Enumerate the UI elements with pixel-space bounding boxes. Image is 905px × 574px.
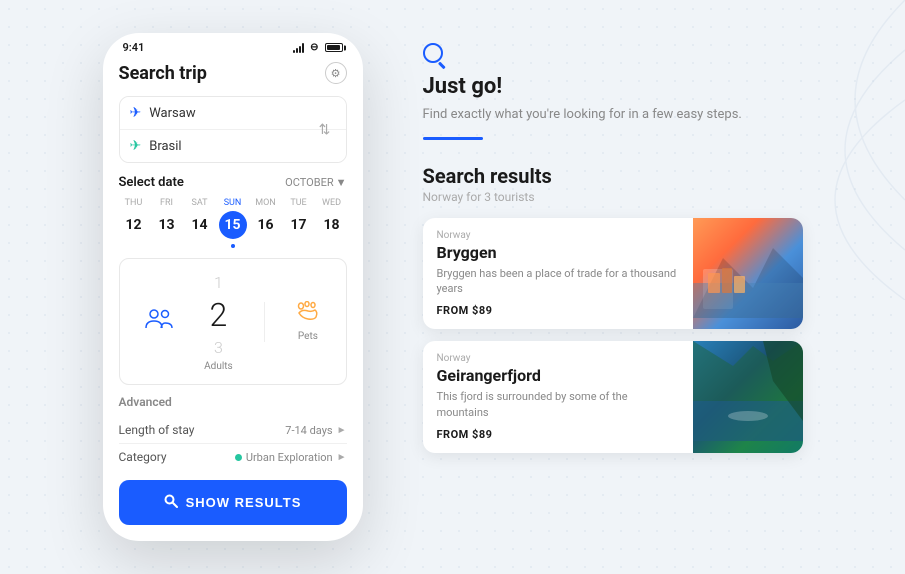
result-image-bryggen: [693, 218, 803, 330]
search-results-section: Search results Norway for 3 tourists Nor…: [423, 164, 803, 454]
just-go-title: Just go!: [423, 74, 803, 99]
cal-day-tue[interactable]: TUE 17: [284, 198, 314, 248]
advanced-label: Advanced: [119, 395, 347, 409]
signal-icon: [293, 43, 304, 53]
month-chevron: ▼: [336, 176, 347, 189]
result-country-2: Norway: [437, 353, 679, 364]
adults-icon: [145, 308, 173, 335]
result-price-1: FROM $89: [437, 304, 679, 317]
origin-input[interactable]: Warsaw: [149, 106, 335, 121]
category-value: Urban Exploration ►: [235, 451, 347, 464]
wifi-icon: ⊖: [310, 42, 318, 53]
cal-day-wed[interactable]: WED 18: [317, 198, 347, 248]
result-name-1: Bryggen: [437, 243, 679, 262]
pets-icon: [296, 301, 320, 325]
result-info-geirangerfjord: Norway Geirangerfjord This fjord is surr…: [423, 341, 693, 453]
result-image-geirangerfjord: [693, 341, 803, 453]
search-button-icon: [164, 494, 178, 511]
category-label: Category: [119, 450, 167, 464]
battery-icon: [325, 43, 343, 52]
destination-row[interactable]: ✈ Brasil: [120, 130, 346, 162]
destination-input[interactable]: Brasil: [149, 139, 335, 154]
just-go-description: Find exactly what you're looking for in …: [423, 105, 803, 125]
just-go-section: Just go! Find exactly what you're lookin…: [423, 43, 803, 140]
cal-day-sat[interactable]: SAT 14: [185, 198, 215, 248]
length-of-stay-label: Length of stay: [119, 423, 195, 437]
month-selector[interactable]: OCTOBER ▼: [285, 176, 346, 189]
status-bar: 9:41 ⊖: [103, 33, 363, 58]
search-trip-title: Search trip: [119, 63, 207, 84]
result-card-geirangerfjord[interactable]: Norway Geirangerfjord This fjord is surr…: [423, 341, 803, 453]
category-chevron: ►: [337, 452, 347, 463]
adults-group: [145, 308, 173, 335]
length-chevron: ►: [337, 425, 347, 436]
scroll-above: 1: [214, 271, 223, 294]
passenger-divider: [264, 302, 265, 342]
cal-day-mon[interactable]: MON 16: [251, 198, 281, 248]
adults-label: Adults: [204, 361, 233, 372]
result-price-2: FROM $89: [437, 428, 679, 441]
date-label: Select date: [119, 175, 184, 190]
depart-icon: ✈: [130, 105, 142, 121]
length-of-stay-value: 7-14 days ►: [285, 424, 346, 437]
calendar-days: THU 12 FRI 13 SAT 14 SUN 15 MON: [119, 198, 347, 248]
arrive-icon: ✈: [130, 138, 142, 154]
results-subtitle: Norway for 3 tourists: [423, 190, 803, 204]
month-label: OCTOBER: [285, 176, 333, 189]
swap-icon[interactable]: ⇅: [314, 110, 336, 150]
passengers-section: 1 2 3 Adults Pets: [119, 258, 347, 385]
result-desc-2: This fjord is surrounded by some of the …: [437, 389, 679, 420]
status-icons: ⊖: [293, 42, 342, 53]
blue-underline: [423, 137, 483, 140]
result-name-2: Geirangerfjord: [437, 366, 679, 385]
category-dot: [235, 454, 242, 461]
selected-dot: [231, 244, 235, 248]
cal-day-sun[interactable]: SUN 15: [218, 198, 248, 248]
just-go-search-icon: [423, 43, 803, 68]
date-header: Select date OCTOBER ▼: [119, 175, 347, 190]
result-info-bryggen: Norway Bryggen Bryggen has been a place …: [423, 218, 693, 330]
result-desc-1: Bryggen has been a place of trade for a …: [437, 266, 679, 297]
pets-label: Pets: [298, 331, 318, 342]
phone-content: Search trip ⚙ ✈ Warsaw ✈ Brasil ⇅ Select…: [103, 58, 363, 541]
pets-group: Pets: [296, 301, 320, 342]
clock: 9:41: [123, 41, 145, 54]
search-results-title: Search results: [423, 164, 803, 188]
show-results-label: SHOW RESULTS: [186, 495, 302, 510]
main-container: 9:41 ⊖ Search trip ⚙ ✈ Warsaw: [83, 13, 823, 561]
search-trip-header: Search trip ⚙: [119, 62, 347, 84]
result-card-bryggen[interactable]: Norway Bryggen Bryggen has been a place …: [423, 218, 803, 330]
adults-count: 2: [210, 294, 228, 336]
route-inputs: ✈ Warsaw ✈ Brasil ⇅: [119, 96, 347, 163]
cal-day-fri[interactable]: FRI 13: [152, 198, 182, 248]
origin-row[interactable]: ✈ Warsaw: [120, 97, 346, 130]
right-panel: Just go! Find exactly what you're lookin…: [423, 33, 803, 465]
show-results-button[interactable]: SHOW RESULTS: [119, 480, 347, 525]
advanced-section: Advanced Length of stay 7-14 days ► Cate…: [119, 395, 347, 470]
scroll-below: 3: [214, 336, 223, 359]
result-country-1: Norway: [437, 230, 679, 241]
length-of-stay-row[interactable]: Length of stay 7-14 days ►: [119, 417, 347, 444]
cal-day-thu[interactable]: THU 12: [119, 198, 149, 248]
category-row[interactable]: Category Urban Exploration ►: [119, 444, 347, 470]
settings-icon[interactable]: ⚙: [325, 62, 347, 84]
phone-mockup: 9:41 ⊖ Search trip ⚙ ✈ Warsaw: [103, 33, 363, 541]
